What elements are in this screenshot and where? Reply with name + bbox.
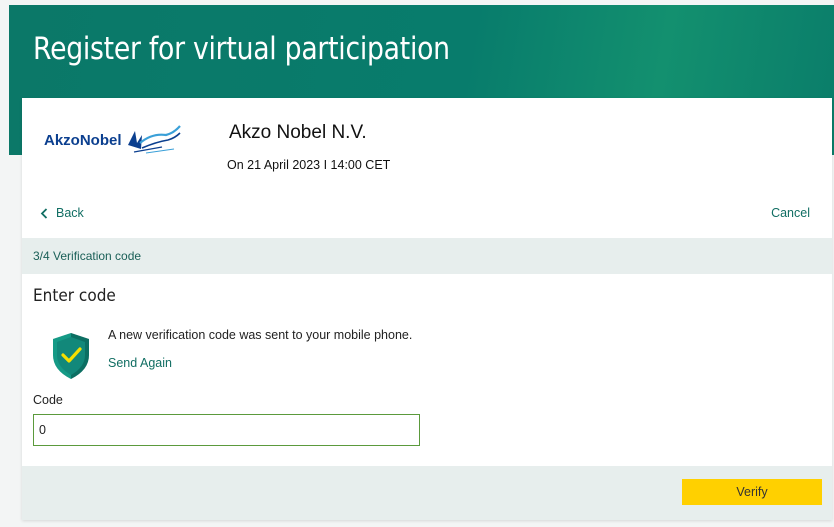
cancel-link[interactable]: Cancel — [771, 206, 810, 220]
verification-notice: A new verification code was sent to your… — [108, 328, 413, 342]
step-label: 3/4 Verification code — [33, 249, 142, 263]
logo-text: AkzoNobel — [44, 131, 122, 149]
form-footer: Verify — [22, 466, 832, 520]
shield-check-icon — [53, 333, 89, 379]
back-link[interactable]: Back — [40, 206, 84, 220]
back-label: Back — [56, 206, 84, 220]
verify-button[interactable]: Verify — [682, 479, 822, 505]
flying-figure-icon — [127, 125, 181, 154]
step-indicator: 3/4 Verification code — [22, 238, 832, 274]
company-name: Akzo Nobel N.V. — [229, 122, 367, 143]
event-date: On 21 April 2023 I 14:00 CET — [227, 158, 391, 172]
section-title: Enter code — [33, 286, 116, 306]
code-input[interactable] — [33, 414, 420, 446]
code-label: Code — [33, 393, 63, 407]
chevron-left-icon — [40, 207, 48, 219]
page-title: Register for virtual participation — [33, 31, 450, 67]
send-again-link[interactable]: Send Again — [108, 356, 172, 370]
akzonobel-logo: AkzoNobel — [44, 120, 204, 160]
registration-card: AkzoNobel Akzo Nobel N.V. On 21 April 20… — [22, 98, 832, 520]
